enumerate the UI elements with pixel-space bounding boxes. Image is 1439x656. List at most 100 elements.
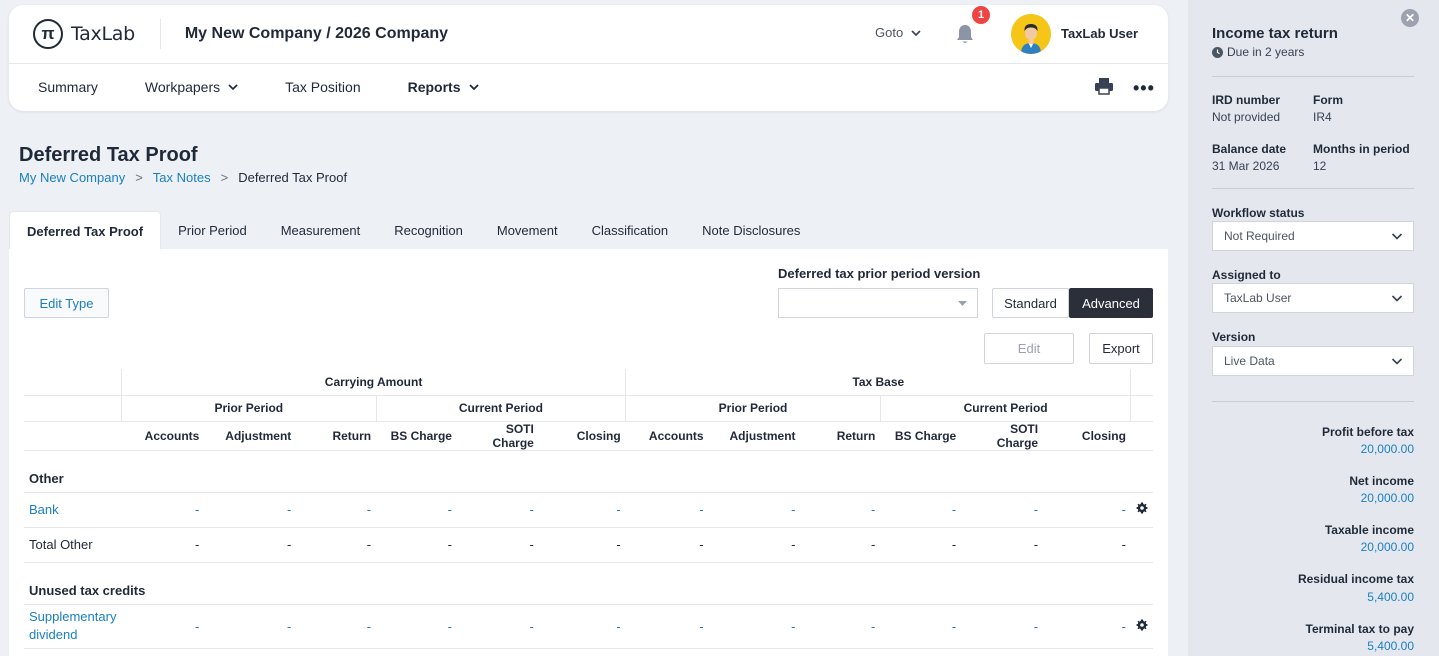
cell-value[interactable]: -: [1043, 492, 1131, 528]
chevron-down-icon: [911, 29, 921, 36]
cell-value[interactable]: -: [625, 492, 709, 528]
nav-reports[interactable]: Reports: [408, 79, 479, 95]
breadcrumb-tax-notes[interactable]: Tax Notes: [153, 170, 211, 185]
export-button[interactable]: Export: [1089, 333, 1153, 364]
tab-prior-period[interactable]: Prior Period: [161, 211, 264, 250]
tab-note-disclosures[interactable]: Note Disclosures: [685, 211, 817, 250]
table-row: Bank - - - - - - - - - - - -: [24, 492, 1153, 528]
cell-value: -: [376, 527, 457, 563]
residual-income-tax-value[interactable]: 5,400.00: [1367, 590, 1414, 604]
row-name-link[interactable]: Bank: [24, 492, 122, 528]
logo-pi-icon: π: [33, 19, 63, 49]
net-income-value[interactable]: 20,000.00: [1361, 491, 1414, 505]
table-group-header: Carrying Amount Tax Base: [24, 369, 1153, 396]
cell-value: -: [1043, 527, 1131, 563]
cell-value[interactable]: -: [296, 604, 377, 649]
profit-before-tax-value[interactable]: 20,000.00: [1361, 442, 1414, 456]
cell-value[interactable]: -: [538, 604, 626, 649]
cell-value[interactable]: -: [961, 492, 1044, 528]
cell-value[interactable]: -: [800, 492, 881, 528]
col-return: Return: [800, 421, 881, 451]
cell-value[interactable]: -: [376, 604, 457, 649]
cell-value[interactable]: -: [376, 492, 457, 528]
breadcrumb-separator: >: [135, 170, 143, 185]
col-soti-charge: SOTI Charge: [456, 421, 539, 451]
cell-value: -: [708, 527, 801, 563]
terminal-tax-value[interactable]: 5,400.00: [1367, 639, 1414, 653]
chevron-down-icon: [1391, 295, 1403, 302]
cell-value[interactable]: -: [1043, 604, 1131, 649]
avatar[interactable]: [1011, 14, 1051, 54]
goto-dropdown[interactable]: Goto: [875, 25, 921, 40]
cell-value[interactable]: -: [456, 492, 539, 528]
tab-classification[interactable]: Classification: [575, 211, 686, 250]
printer-icon[interactable]: [1094, 76, 1114, 96]
main-nav: Summary Workpapers Tax Position Reports …: [9, 64, 1168, 110]
cell-value[interactable]: -: [708, 604, 801, 649]
cell-value[interactable]: -: [121, 492, 205, 528]
subgroup-current-period: Current Period: [879, 395, 1131, 422]
months-value: 12: [1313, 159, 1327, 173]
user-name[interactable]: TaxLab User: [1061, 26, 1138, 41]
nav-summary-label: Summary: [38, 79, 98, 95]
blank-header: [24, 395, 122, 422]
tab-deferred-tax-proof[interactable]: Deferred Tax Proof: [9, 211, 162, 250]
cell-value[interactable]: -: [204, 492, 297, 528]
nav-summary[interactable]: Summary: [38, 79, 98, 95]
taxable-income-value[interactable]: 20,000.00: [1361, 540, 1414, 554]
cell-value: -: [800, 527, 881, 563]
edit-type-button[interactable]: Edit Type: [24, 288, 109, 318]
nav-tax-position[interactable]: Tax Position: [285, 79, 360, 95]
gear-icon[interactable]: [1130, 604, 1153, 649]
version-label: Version: [1212, 330, 1256, 344]
standard-button[interactable]: Standard: [992, 288, 1069, 318]
close-icon[interactable]: ✕: [1401, 9, 1419, 27]
cell-value[interactable]: -: [456, 604, 539, 649]
top-bar: π TaxLab My New Company / 2026 Company G…: [9, 5, 1168, 64]
net-income-label: Net income: [1349, 474, 1414, 488]
cell-value: -: [204, 527, 297, 563]
tab-movement[interactable]: Movement: [480, 211, 575, 250]
logo[interactable]: π TaxLab: [33, 19, 135, 49]
row-name: Total Other: [24, 527, 122, 563]
breadcrumb-separator: >: [220, 170, 229, 185]
edit-button[interactable]: Edit: [984, 333, 1074, 364]
tab-measurement[interactable]: Measurement: [264, 211, 377, 250]
version-select[interactable]: Live Data: [1212, 346, 1414, 376]
cell-value[interactable]: -: [296, 492, 377, 528]
caret-down-icon: [958, 301, 967, 306]
notification-badge: 1: [972, 6, 990, 24]
nav-tax-position-label: Tax Position: [285, 79, 361, 95]
cell-value[interactable]: -: [800, 604, 881, 649]
breadcrumb-company[interactable]: My New Company: [19, 170, 125, 185]
cell-value[interactable]: -: [880, 492, 962, 528]
section-title: Other: [24, 450, 1153, 493]
tab-content: Edit Type Deferred tax prior period vers…: [9, 249, 1168, 656]
workflow-status-value: Not Required: [1224, 229, 1295, 243]
nav-workpapers[interactable]: Workpapers: [145, 79, 238, 95]
group-carrying-amount: Carrying Amount: [120, 369, 626, 396]
table-subgroup-header: Prior Period Current Period Prior Period…: [24, 395, 1153, 422]
workflow-status-select[interactable]: Not Required: [1212, 221, 1414, 251]
tab-recognition[interactable]: Recognition: [377, 211, 480, 250]
cell-value[interactable]: -: [708, 492, 801, 528]
assigned-to-select[interactable]: TaxLab User: [1212, 283, 1414, 313]
cell-value[interactable]: -: [121, 604, 205, 649]
col-soti-charge: SOTI Charge: [961, 421, 1044, 451]
bell-icon[interactable]: [955, 23, 975, 45]
prior-period-version-select[interactable]: [778, 288, 978, 318]
more-options-icon[interactable]: •••: [1133, 78, 1155, 99]
breadcrumb-current: Deferred Tax Proof: [238, 170, 348, 185]
nav-reports-label: Reports: [407, 79, 461, 95]
chevron-down-icon: [1391, 233, 1403, 240]
cell-value[interactable]: -: [961, 604, 1044, 649]
cell-value[interactable]: -: [625, 604, 709, 649]
col-bs-charge: BS Charge: [376, 421, 457, 451]
blank-header: [1130, 369, 1153, 396]
advanced-button[interactable]: Advanced: [1069, 288, 1153, 318]
row-name-link[interactable]: Supplementary dividend: [24, 604, 122, 649]
cell-value[interactable]: -: [204, 604, 297, 649]
gear-icon[interactable]: [1130, 492, 1153, 528]
cell-value[interactable]: -: [538, 492, 626, 528]
cell-value[interactable]: -: [880, 604, 962, 649]
